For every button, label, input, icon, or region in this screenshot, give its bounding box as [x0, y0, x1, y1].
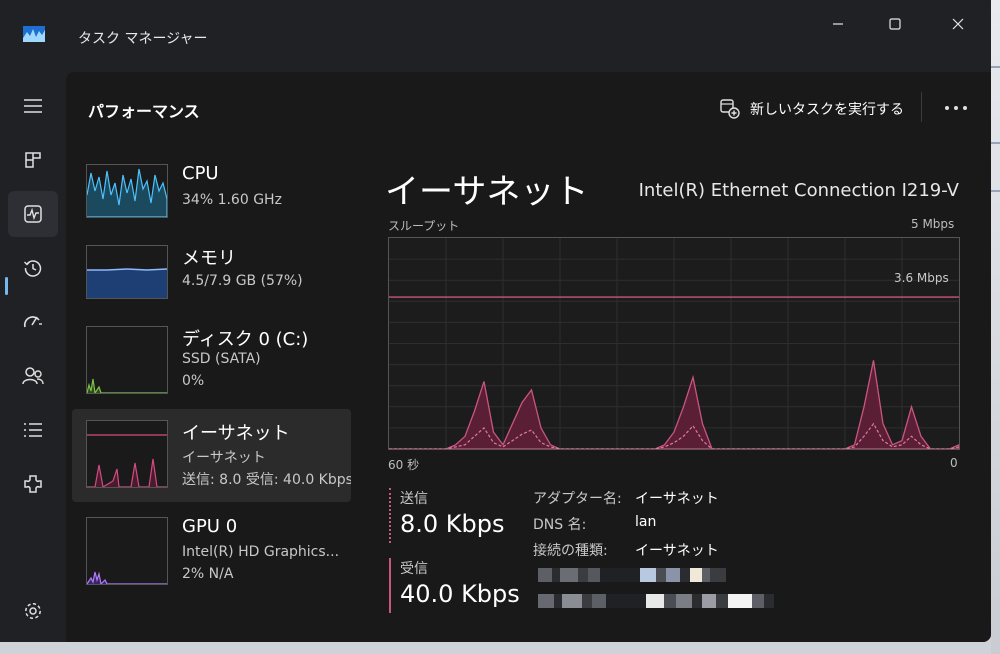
- detail-title: イーサネット: [385, 172, 589, 212]
- task-manager-window: タスク マネージャー パフォーマンス 新しいタスクを実行する CPU 34% 1…: [0, 0, 991, 642]
- throughput-graph: 3.6 Mbps: [388, 237, 960, 450]
- graph-time-label: 60 秒: [388, 458, 420, 472]
- close-button[interactable]: [935, 10, 981, 38]
- perf-item-disk[interactable]: ディスク 0 (C:) SSD (SATA) 0%: [72, 315, 351, 406]
- receive-stat: 受信 40.0 Kbps: [389, 558, 520, 614]
- desktop-background: [991, 0, 1000, 654]
- startup-apps-icon: [23, 316, 42, 328]
- reference-line-label: 3.6 Mbps: [894, 271, 949, 285]
- perf-item-subtitle: SSD (SATA): [182, 351, 261, 367]
- hamburger-menu-icon: [24, 99, 42, 113]
- performance-icon: [24, 205, 42, 223]
- graph-label: スループット: [388, 219, 460, 233]
- ethernet-detail-panel: イーサネット Intel(R) Ethernet Connection I219…: [356, 140, 991, 640]
- perf-item-cpu[interactable]: CPU 34% 1.60 GHz: [72, 153, 351, 244]
- cpu-thumbnail-graph: [86, 164, 168, 218]
- settings-icon: [25, 603, 41, 619]
- property-label: アダプター名:: [533, 491, 622, 507]
- ethernet-thumbnail-graph: [86, 420, 168, 488]
- title-bar[interactable]: タスク マネージャー: [0, 0, 991, 72]
- desktop-stripe: [991, 66, 1000, 68]
- redacted-property-row: [538, 594, 774, 608]
- property-value: イーサネット: [635, 491, 719, 507]
- perf-item-title: メモリ: [182, 248, 236, 269]
- desktop-stripe: [991, 190, 1000, 192]
- processes-icon: [25, 152, 41, 168]
- adapter-name: Intel(R) Ethernet Connection I219-V: [638, 180, 959, 201]
- memory-thumbnail-graph: [86, 245, 168, 299]
- throughput-chart: [389, 238, 959, 449]
- nav-services-button[interactable]: [8, 461, 58, 507]
- performance-list: CPU 34% 1.60 GHz メモリ 4.5/7.9 GB (57%) ディ…: [66, 140, 356, 640]
- perf-item-subtitle: イーサネット: [182, 450, 266, 466]
- receive-label: 受信: [400, 561, 428, 577]
- perf-item-subtitle: 34% 1.60 GHz: [182, 192, 282, 208]
- nav-performance-button[interactable]: [8, 191, 58, 237]
- run-task-icon: [720, 99, 740, 119]
- desktop-stripe: [991, 142, 1000, 144]
- nav-settings-button[interactable]: [8, 588, 58, 634]
- property-label: DNS 名:: [533, 517, 587, 533]
- perf-item-memory[interactable]: メモリ 4.5/7.9 GB (57%): [72, 234, 351, 325]
- users-icon: [22, 367, 44, 385]
- app-history-icon: [24, 260, 42, 277]
- maximize-icon: [889, 18, 901, 30]
- perf-item-gpu[interactable]: GPU 0 Intel(R) HD Graphics... 2% N/A: [72, 506, 351, 597]
- nav-details-button[interactable]: [8, 407, 58, 453]
- graph-max-label: 5 Mbps: [911, 217, 955, 231]
- disk-thumbnail-graph: [86, 326, 168, 394]
- services-icon: [24, 475, 42, 493]
- details-icon: [24, 423, 42, 437]
- perf-item-throughput: 送信: 8.0 受信: 40.0 Kbps: [182, 472, 351, 488]
- send-stat: 送信 8.0 Kbps: [389, 488, 519, 544]
- run-new-task-button[interactable]: 新しいタスクを実行する: [720, 94, 904, 124]
- graph-zero-label: 0: [950, 456, 958, 470]
- perf-item-title: ディスク 0 (C:): [182, 329, 309, 350]
- receive-value: 40.0 Kbps: [400, 580, 520, 608]
- more-options-button[interactable]: [936, 94, 976, 122]
- perf-item-usage: 2% N/A: [182, 566, 234, 582]
- perf-item-title: GPU 0: [182, 516, 238, 537]
- task-manager-chart-icon: [23, 26, 45, 42]
- perf-item-subtitle: Intel(R) HD Graphics...: [182, 544, 340, 560]
- nav-processes-button[interactable]: [8, 137, 58, 183]
- property-value: lan: [635, 514, 657, 530]
- navigation-rail: [0, 72, 66, 642]
- run-task-label: 新しいタスクを実行する: [750, 102, 904, 118]
- send-value: 8.0 Kbps: [400, 510, 505, 538]
- nav-app-history-button[interactable]: [8, 245, 58, 291]
- window-title: タスク マネージャー: [78, 31, 208, 47]
- page-title: パフォーマンス: [88, 102, 200, 121]
- close-icon: [952, 18, 964, 30]
- gpu-thumbnail-graph: [86, 517, 168, 585]
- send-legend-bar: [389, 488, 391, 543]
- minimize-button[interactable]: [815, 10, 861, 38]
- perf-item-subtitle: 4.5/7.9 GB (57%): [182, 273, 303, 289]
- property-value: イーサネット: [635, 543, 719, 559]
- maximize-button[interactable]: [872, 10, 918, 38]
- receive-legend-bar: [389, 558, 391, 613]
- hamburger-menu-button[interactable]: [8, 83, 58, 129]
- nav-users-button[interactable]: [8, 353, 58, 399]
- perf-item-title: イーサネット: [182, 423, 290, 444]
- more-options-icon: [945, 106, 967, 110]
- perf-item-usage: 0%: [182, 373, 205, 389]
- minimize-icon: [833, 23, 843, 25]
- perf-item-title: CPU: [182, 163, 219, 184]
- main-panel: パフォーマンス 新しいタスクを実行する CPU 34% 1.60 GHz メモリ…: [66, 72, 991, 642]
- header-divider: [921, 92, 922, 122]
- nav-startup-apps-button[interactable]: [8, 299, 58, 345]
- redacted-property-row: [538, 568, 726, 582]
- perf-item-ethernet[interactable]: イーサネット イーサネット 送信: 8.0 受信: 40.0 Kbps: [72, 409, 351, 502]
- page-header: パフォーマンス 新しいタスクを実行する: [66, 72, 991, 140]
- property-label: 接続の種類:: [533, 543, 608, 559]
- send-label: 送信: [400, 491, 428, 507]
